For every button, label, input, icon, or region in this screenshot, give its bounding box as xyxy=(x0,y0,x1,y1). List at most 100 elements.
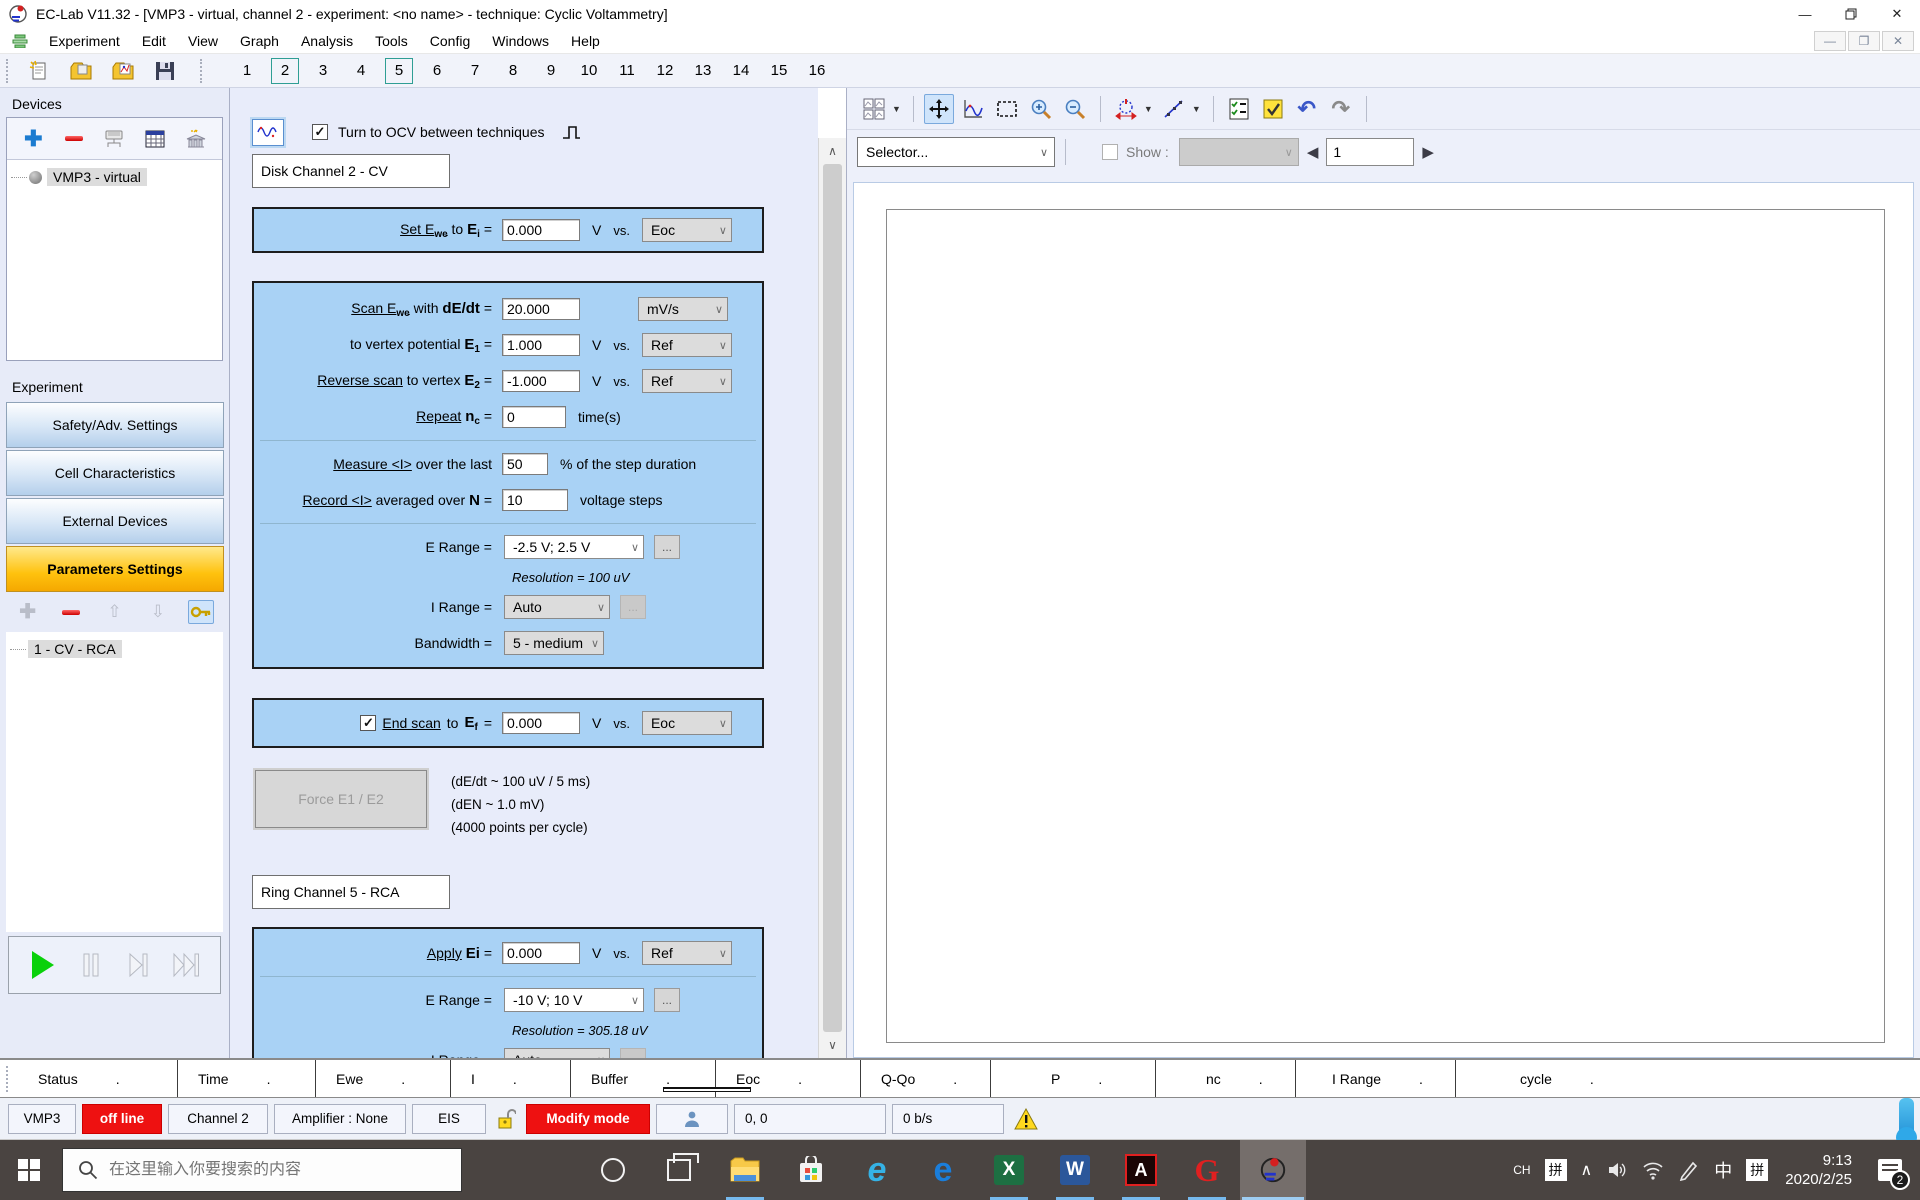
record-n-input[interactable] xyxy=(502,489,568,511)
force-e1e2-button[interactable]: Force E1 / E2 xyxy=(255,770,427,828)
add-device-icon[interactable]: ✚ xyxy=(20,127,46,151)
open-experiment-icon[interactable] xyxy=(68,58,94,84)
next-technique-button[interactable] xyxy=(121,946,155,984)
remove-technique-icon[interactable] xyxy=(58,600,84,624)
selector-dropdown[interactable]: Selector...∨ xyxy=(857,137,1055,167)
skip-to-end-button[interactable] xyxy=(169,946,203,984)
graph-layout-caret-icon[interactable]: ▼ xyxy=(892,104,901,114)
close-button[interactable]: ✕ xyxy=(1874,0,1920,28)
axis-tool-icon[interactable] xyxy=(958,94,988,124)
task-view-button[interactable] xyxy=(646,1140,712,1200)
prev-page-icon[interactable]: ◀ xyxy=(1307,143,1319,161)
acrobat-button[interactable]: A xyxy=(1108,1140,1174,1200)
undo-icon[interactable]: ↶ xyxy=(1292,94,1322,124)
edge-button[interactable]: e xyxy=(910,1140,976,1200)
ring-erange-select[interactable]: -10 V; 10 V∨ xyxy=(504,988,644,1012)
device-tree-item[interactable]: VMP3 - virtual xyxy=(11,168,218,186)
bandwidth-select[interactable]: 5 - medium∨ xyxy=(504,631,604,655)
file-explorer-button[interactable] xyxy=(712,1140,778,1200)
redo-icon[interactable]: ↷ xyxy=(1326,94,1356,124)
move-up-icon[interactable]: ⇧ xyxy=(101,600,127,624)
channel-button[interactable]: 15 xyxy=(760,57,798,85)
ime-shape-indicator[interactable]: 拼 xyxy=(1746,1159,1768,1181)
dedt-value-input[interactable] xyxy=(502,298,580,320)
ime-pinyin-indicator[interactable]: 拼 xyxy=(1545,1159,1567,1181)
end-scan-checkbox[interactable]: ✓ xyxy=(360,715,376,731)
save-icon[interactable] xyxy=(152,58,178,84)
channel-button[interactable]: 13 xyxy=(684,57,722,85)
ring-irange-select[interactable]: Auto∨ xyxy=(504,1048,610,1058)
menu-item[interactable]: Windows xyxy=(481,30,560,52)
channel-button[interactable]: 8 xyxy=(494,57,532,85)
menu-item[interactable]: Config xyxy=(419,30,481,52)
channel-button[interactable]: 14 xyxy=(722,57,760,85)
ef-vs-select[interactable]: Eoc∨ xyxy=(642,711,732,735)
parameters-settings-button[interactable]: Parameters Settings xyxy=(6,546,224,592)
measure-pct-input[interactable] xyxy=(502,453,548,475)
reverse-scan-link[interactable]: Reverse scan xyxy=(317,372,403,388)
mdi-close-button[interactable]: ✕ xyxy=(1882,31,1914,51)
action-center-button[interactable]: 2 xyxy=(1862,1140,1918,1200)
ime-lang-indicator[interactable]: 中 xyxy=(1714,1157,1732,1183)
eclab-taskbar-button[interactable] xyxy=(1240,1140,1306,1200)
channel-button[interactable]: 5 xyxy=(380,57,418,85)
technique-tree-item[interactable]: 1 - CV - RCA xyxy=(10,640,219,658)
technique-name[interactable]: 1 - CV - RCA xyxy=(28,640,122,658)
minimize-button[interactable]: — xyxy=(1782,0,1828,28)
channel-button[interactable]: 2 xyxy=(266,57,304,85)
irange-more-button[interactable]: ... xyxy=(620,595,646,619)
parameters-scrollbar[interactable]: ∧ ∨ xyxy=(818,138,846,1058)
device-network-icon[interactable] xyxy=(101,127,127,151)
remove-device-icon[interactable] xyxy=(61,127,87,151)
scrollbar-thumb[interactable] xyxy=(823,164,842,1032)
open-graph-icon[interactable] xyxy=(110,58,136,84)
channel-button[interactable]: 11 xyxy=(608,57,646,85)
zoom-select-icon[interactable] xyxy=(992,94,1022,124)
mdi-restore-button[interactable]: ❐ xyxy=(1848,31,1880,51)
nc-value-input[interactable] xyxy=(502,406,566,428)
word-button[interactable]: W xyxy=(1042,1140,1108,1200)
channel-button[interactable]: 3 xyxy=(304,57,342,85)
apply-ei-input[interactable] xyxy=(502,942,580,964)
restore-button[interactable] xyxy=(1828,0,1874,28)
apply-link[interactable]: Apply xyxy=(427,945,462,961)
channel-button[interactable]: 4 xyxy=(342,57,380,85)
new-experiment-icon[interactable] xyxy=(26,58,52,84)
internet-explorer-button[interactable]: e xyxy=(844,1140,910,1200)
ei-value-input[interactable] xyxy=(502,219,580,241)
scan-ewe-link[interactable]: Scan Ewe xyxy=(351,300,409,316)
device-name[interactable]: VMP3 - virtual xyxy=(47,168,147,186)
channel-button[interactable]: 16 xyxy=(798,57,836,85)
e1-value-input[interactable] xyxy=(502,334,580,356)
hidden-icons-chevron-icon[interactable]: ∧ xyxy=(1581,1160,1593,1180)
start-button[interactable] xyxy=(0,1140,58,1200)
mdi-minimize-button[interactable]: — xyxy=(1814,31,1846,51)
repeat-link[interactable]: Repeat xyxy=(416,408,461,424)
external-devices-button[interactable]: External Devices xyxy=(6,498,224,544)
menu-item[interactable]: Graph xyxy=(229,30,290,52)
ocv-checkbox[interactable]: ✓ xyxy=(312,124,328,140)
next-page-icon[interactable]: ▶ xyxy=(1422,143,1434,161)
technique-graph-button[interactable] xyxy=(252,119,284,146)
apply-vs-select[interactable]: Ref∨ xyxy=(642,941,732,965)
data-points-caret-icon[interactable]: ▼ xyxy=(1192,104,1201,114)
zoom-out-icon[interactable] xyxy=(1060,94,1090,124)
menu-item[interactable]: Edit xyxy=(131,30,177,52)
edit-parameters-icon[interactable] xyxy=(188,600,214,624)
menu-item[interactable]: Experiment xyxy=(38,30,131,52)
channel-button[interactable]: 12 xyxy=(646,57,684,85)
graph-layout-icon[interactable] xyxy=(859,94,889,124)
data-points-icon[interactable] xyxy=(1159,94,1189,124)
erange-more-button[interactable]: ... xyxy=(654,535,680,559)
search-input[interactable] xyxy=(109,1161,461,1179)
e2-value-input[interactable] xyxy=(502,370,580,392)
pen-icon[interactable] xyxy=(1678,1159,1700,1181)
e2-vs-select[interactable]: Ref∨ xyxy=(642,369,732,393)
cortana-button[interactable] xyxy=(580,1140,646,1200)
scroll-up-arrow[interactable]: ∧ xyxy=(819,138,846,164)
channel-button[interactable]: 9 xyxy=(532,57,570,85)
irange-select[interactable]: Auto∨ xyxy=(504,595,610,619)
ring-erange-more-button[interactable]: ... xyxy=(654,988,680,1012)
menu-item[interactable]: View xyxy=(177,30,229,52)
menu-item[interactable]: Help xyxy=(560,30,611,52)
